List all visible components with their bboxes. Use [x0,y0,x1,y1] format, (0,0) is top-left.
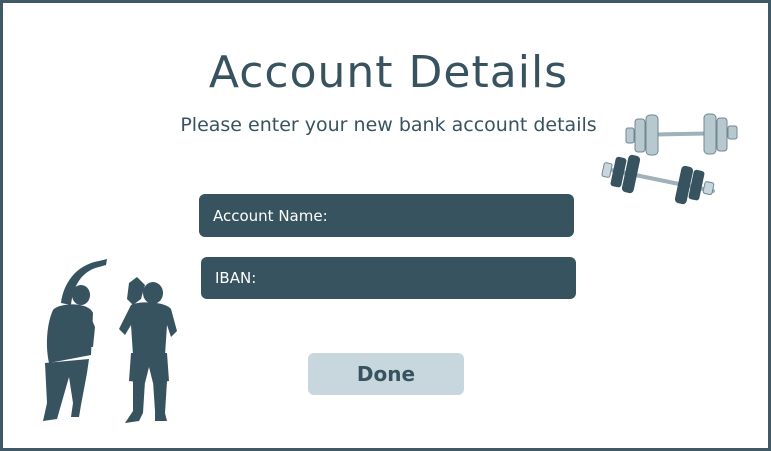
dialog-frame: Account Details Please enter your new ba… [0,0,771,451]
people-exercising-icon [43,259,177,423]
account-name-input[interactable] [327,193,574,238]
iban-field[interactable]: IBAN: [201,256,576,300]
dumbbells-icon [601,113,738,205]
account-name-label: Account Name: [213,206,328,225]
dark-dumbbell-icon [601,154,715,205]
done-button[interactable]: Done [308,353,464,395]
page-title: Account Details [208,47,569,98]
stretching-person-icon [43,259,107,421]
account-name-field[interactable]: Account Name: [199,193,574,238]
drinking-person-icon [119,277,177,423]
iban-input[interactable] [256,256,576,300]
light-dumbbell-icon [625,113,738,156]
iban-label: IBAN: [215,269,257,287]
